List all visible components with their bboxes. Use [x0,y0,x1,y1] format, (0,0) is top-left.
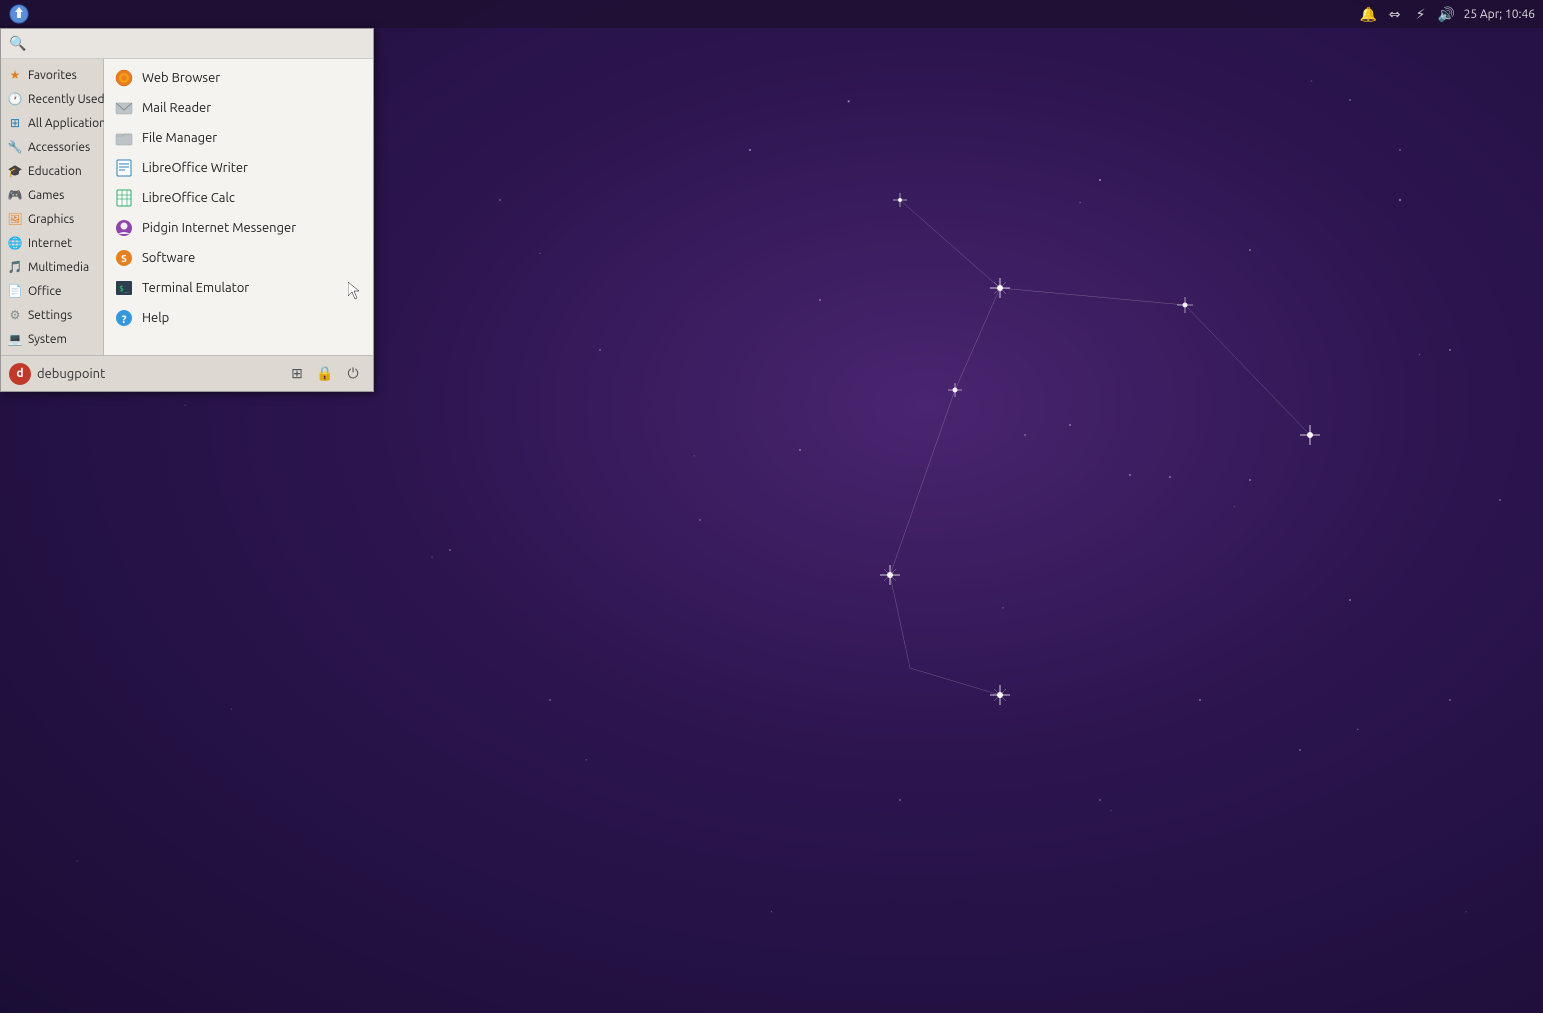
menu-sidebar: ★ Favorites 🕐 Recently Used ⊞ All Applic… [1,59,104,355]
sidebar-label-accessories: Accessories [28,141,90,154]
sidebar-item-settings[interactable]: ⚙ Settings [1,303,103,327]
sidebar-label-multimedia: Multimedia [28,261,89,274]
search-input[interactable] [32,36,365,51]
sidebar-label-education: Education [28,165,82,178]
app-item-file-manager[interactable]: File Manager [104,123,373,153]
settings-icon: ⚙ [7,307,23,323]
power-manager-icon[interactable]: ⚡ [1412,5,1430,23]
sidebar-item-all-applications[interactable]: ⊞ All Applications [1,111,103,135]
app-item-libreoffice-calc[interactable]: LibreOffice Calc [104,183,373,213]
app-label-libreoffice-writer: LibreOffice Writer [142,161,248,175]
switch-icon[interactable]: ⇔ [1386,5,1404,23]
sidebar-label-internet: Internet [28,237,72,250]
app-item-libreoffice-writer[interactable]: LibreOffice Writer [104,153,373,183]
app-item-help[interactable]: ? Help [104,303,373,333]
games-icon: 🎮 [7,187,23,203]
svg-text:S: S [121,253,127,264]
accessories-icon: 🔧 [7,139,23,155]
taskbar-left [8,3,30,25]
sidebar-item-education[interactable]: 🎓 Education [1,159,103,183]
sidebar-item-favorites[interactable]: ★ Favorites [1,63,103,87]
pidgin-icon [114,218,134,238]
app-label-mail-reader: Mail Reader [142,101,211,115]
volume-icon[interactable]: 🔊 [1438,5,1456,23]
sidebar-label-recently-used: Recently Used [28,93,105,106]
sidebar-label-all-applications: All Applications [28,117,111,130]
sidebar-label-games: Games [28,189,64,202]
web-browser-icon [114,68,134,88]
menu-content: Web Browser Mail Reader [104,59,373,355]
taskbar-right: 🔔 ⇔ ⚡ 🔊 25 Apr; 10:46 [1360,5,1535,23]
app-item-web-browser[interactable]: Web Browser [104,63,373,93]
search-bar: 🔍 [1,29,373,59]
user-avatar: d [9,363,31,385]
sidebar-item-accessories[interactable]: 🔧 Accessories [1,135,103,159]
sidebar-item-recently-used[interactable]: 🕐 Recently Used [1,87,103,111]
favorites-icon: ★ [7,67,23,83]
graphics-icon: 🖼 [7,211,23,227]
app-label-libreoffice-calc: LibreOffice Calc [142,191,235,205]
sidebar-item-multimedia[interactable]: 🎵 Multimedia [1,255,103,279]
taskbar-logo-button[interactable] [8,3,30,25]
terminal-icon: $_ [114,278,134,298]
recently-used-icon: 🕐 [7,91,23,107]
svg-text:$_: $_ [119,284,129,293]
libreoffice-calc-icon [114,188,134,208]
display-button[interactable]: ⊞ [285,362,309,386]
file-manager-icon [114,128,134,148]
software-icon: S [114,248,134,268]
app-menu: 🔍 ★ Favorites 🕐 Recently Used ⊞ All Appl… [0,28,374,392]
sidebar-item-office[interactable]: 📄 Office [1,279,103,303]
power-button[interactable]: ⏻ [341,362,365,386]
app-item-pidgin[interactable]: Pidgin Internet Messenger [104,213,373,243]
app-label-file-manager: File Manager [142,131,217,145]
office-icon: 📄 [7,283,23,299]
education-icon: 🎓 [7,163,23,179]
app-label-help: Help [142,311,169,325]
menu-bottom: d debugpoint ⊞ 🔒 ⏻ [1,355,373,391]
system-icon: 💻 [7,331,23,347]
svg-text:?: ? [122,314,127,326]
sidebar-item-graphics[interactable]: 🖼 Graphics [1,207,103,231]
taskbar-time: 25 Apr; 10:46 [1464,8,1535,21]
menu-body: ★ Favorites 🕐 Recently Used ⊞ All Applic… [1,59,373,355]
bottom-user: d debugpoint [9,363,277,385]
search-icon: 🔍 [9,35,26,52]
sidebar-label-graphics: Graphics [28,213,74,226]
sidebar-item-internet[interactable]: 🌐 Internet [1,231,103,255]
app-item-terminal[interactable]: $_ Terminal Emulator [104,273,373,303]
multimedia-icon: 🎵 [7,259,23,275]
username-label: debugpoint [37,367,105,381]
sidebar-label-settings: Settings [28,309,72,322]
sidebar-item-games[interactable]: 🎮 Games [1,183,103,207]
taskbar: 🔔 ⇔ ⚡ 🔊 25 Apr; 10:46 [0,0,1543,28]
app-item-software[interactable]: S Software [104,243,373,273]
sidebar-label-system: System [28,333,67,346]
all-applications-icon: ⊞ [7,115,23,131]
help-icon: ? [114,308,134,328]
libreoffice-writer-icon [114,158,134,178]
bottom-actions: ⊞ 🔒 ⏻ [285,362,365,386]
sidebar-label-office: Office [28,285,62,298]
app-label-software: Software [142,251,195,265]
internet-icon: 🌐 [7,235,23,251]
app-label-pidgin: Pidgin Internet Messenger [142,221,296,235]
notification-icon[interactable]: 🔔 [1360,5,1378,23]
app-label-web-browser: Web Browser [142,71,220,85]
app-label-terminal: Terminal Emulator [142,281,249,295]
app-item-mail-reader[interactable]: Mail Reader [104,93,373,123]
mail-reader-icon [114,98,134,118]
lock-button[interactable]: 🔒 [313,362,337,386]
sidebar-item-system[interactable]: 💻 System [1,327,103,351]
sidebar-label-favorites: Favorites [28,69,77,82]
